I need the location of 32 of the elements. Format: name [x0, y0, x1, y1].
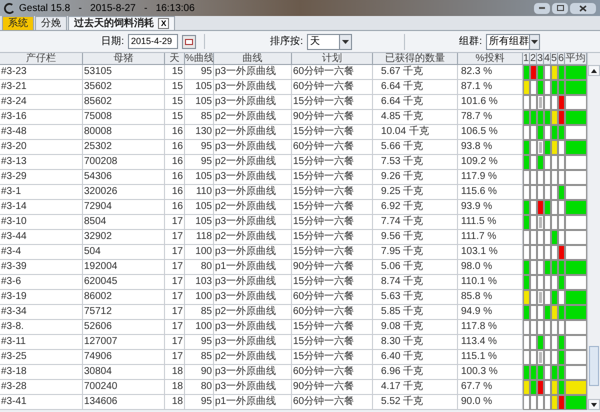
- scroll-up-button[interactable]: [588, 65, 600, 76]
- calendar-button[interactable]: [182, 34, 196, 48]
- scrollbar[interactable]: [587, 53, 600, 410]
- tab[interactable]: 分娩: [35, 16, 67, 30]
- tab[interactable]: 过去天的饲料消耗 X: [68, 16, 176, 30]
- scroll-down-button[interactable]: [588, 399, 600, 410]
- table-cell: 5.52 千克: [373, 395, 458, 410]
- scroll-thumb[interactable]: [589, 346, 599, 386]
- table-cell: 18: [165, 395, 185, 410]
- group-dropdown[interactable]: 所有组群: [486, 34, 540, 50]
- table-cell: 60分钟一六餐: [292, 395, 373, 410]
- window-title: Gestal 15.8 - 2015-8-27 - 16:13:06: [19, 2, 195, 16]
- caret-icon: [531, 40, 538, 44]
- table-cell: 95: [185, 395, 214, 410]
- close-button[interactable]: [570, 2, 596, 14]
- up-arrow-icon: [591, 68, 597, 72]
- caret-icon: [342, 40, 349, 44]
- maximize-button[interactable]: [552, 2, 568, 14]
- group-label: 组群:: [459, 35, 482, 49]
- sort-label: 排序按:: [270, 34, 303, 49]
- table-cell: #3-41: [0, 395, 83, 410]
- tab[interactable]: 系统: [2, 16, 34, 30]
- down-arrow-icon: [591, 402, 597, 406]
- table-cell: p1一外原曲线: [214, 395, 292, 410]
- minimize-button[interactable]: [534, 2, 550, 14]
- date-label: 日期:: [101, 34, 124, 49]
- close-icon: [579, 4, 587, 12]
- tab-close-button[interactable]: X: [158, 18, 170, 29]
- date-field[interactable]: 2015-4-29: [128, 34, 178, 49]
- table-cell: 134606: [83, 395, 165, 410]
- sort-dropdown[interactable]: 天: [307, 34, 352, 50]
- app-logo-icon: [4, 2, 15, 14]
